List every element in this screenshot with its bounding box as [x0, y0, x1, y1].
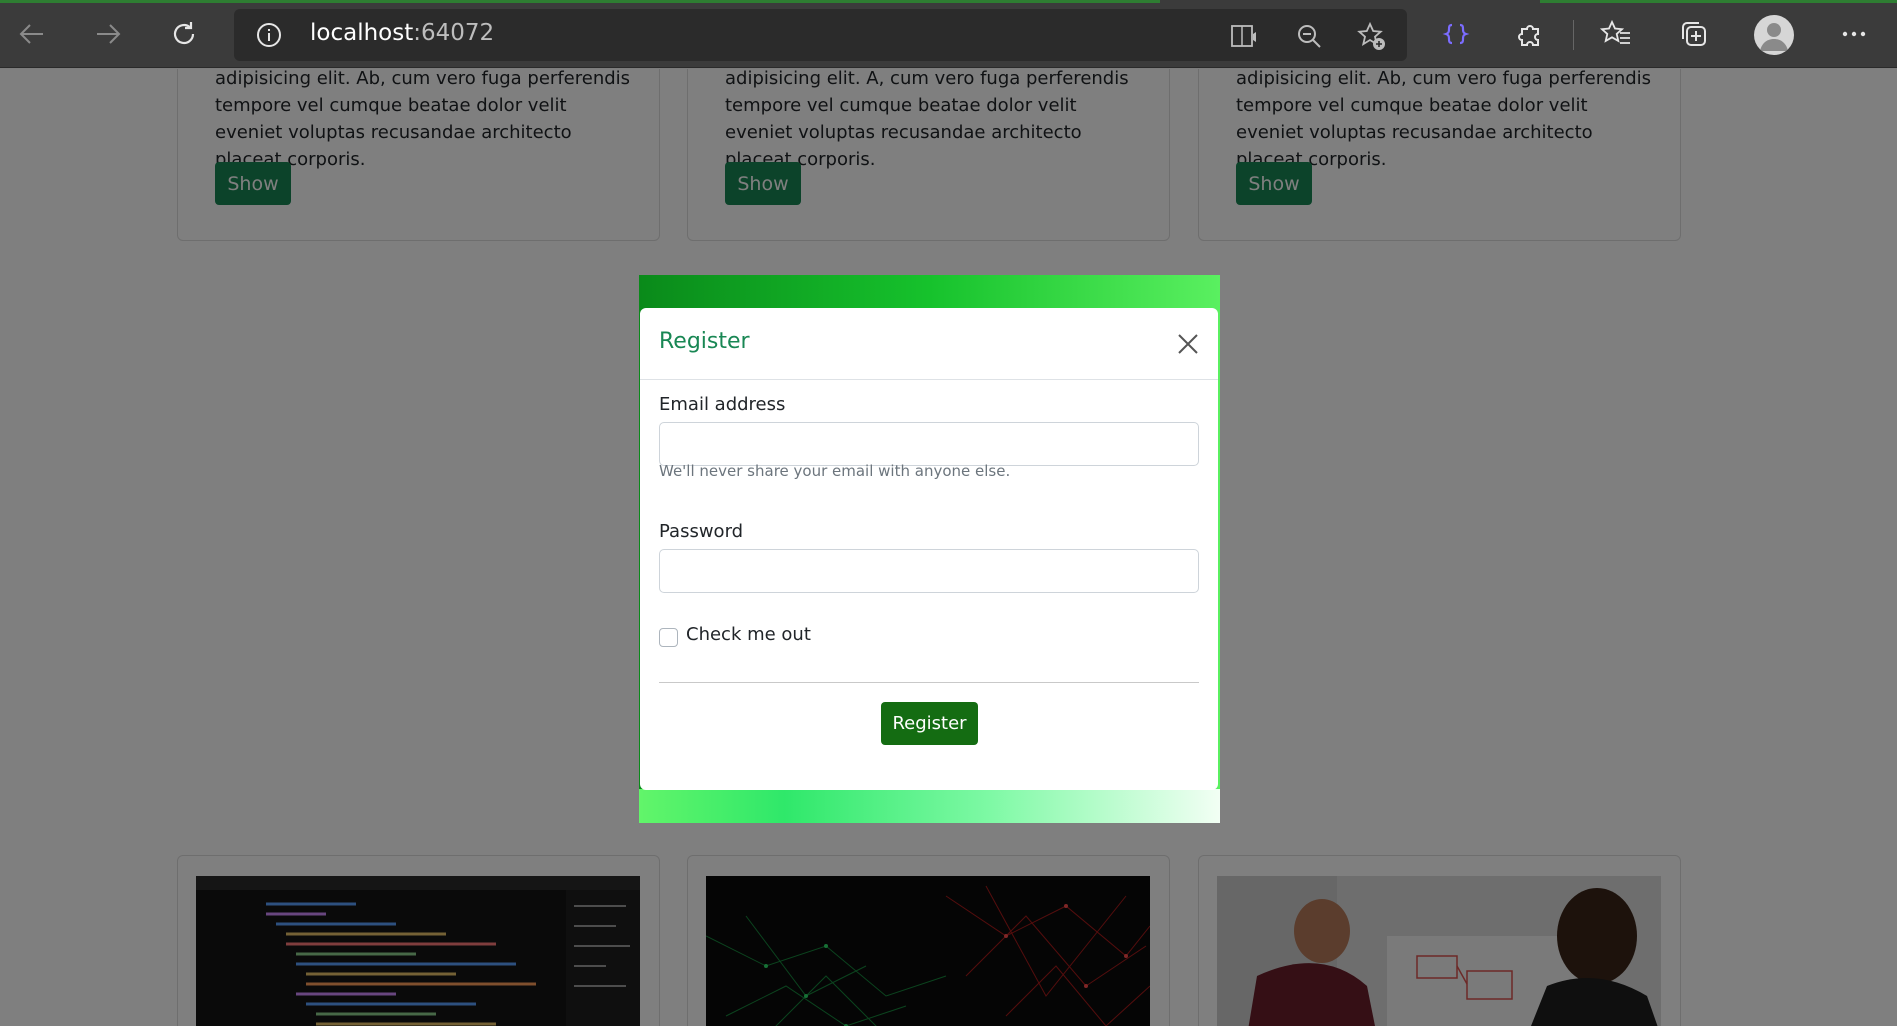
modal-header: Register: [640, 308, 1218, 380]
read-aloud-icon[interactable]: [1230, 21, 1260, 51]
collections-icon[interactable]: [1676, 16, 1712, 52]
register-button[interactable]: Register: [881, 702, 978, 745]
email-label: Email address: [659, 394, 786, 415]
more-options-icon[interactable]: [1836, 16, 1872, 52]
url-host: localhost: [310, 20, 414, 46]
close-icon[interactable]: [1176, 332, 1200, 356]
profile-avatar[interactable]: [1754, 15, 1794, 55]
address-bar[interactable]: localhost:64072: [234, 9, 1407, 61]
register-modal-frame: Register Email address We'll never share…: [639, 275, 1220, 823]
modal-title: Register: [659, 329, 750, 354]
register-modal: Register Email address We'll never share…: [640, 308, 1218, 790]
check-me-out-checkbox[interactable]: [659, 628, 678, 647]
browser-toolbar: localhost:64072: [0, 0, 1897, 68]
loading-progress-bar: [0, 0, 1160, 3]
toolbar-separator: [1573, 20, 1574, 50]
url-port: :64072: [413, 20, 495, 46]
check-me-out-label[interactable]: Check me out: [686, 624, 811, 645]
url-text[interactable]: localhost:64072: [310, 20, 494, 46]
password-field[interactable]: [659, 549, 1199, 593]
devtools-extension-icon[interactable]: [1438, 16, 1474, 52]
loading-progress-bar-tail: [1540, 0, 1897, 3]
site-info-icon[interactable]: [256, 22, 282, 48]
email-field[interactable]: [659, 422, 1199, 466]
password-label: Password: [659, 521, 744, 542]
zoom-out-icon[interactable]: [1294, 21, 1324, 51]
favorites-icon[interactable]: [1598, 16, 1634, 52]
extensions-puzzle-icon[interactable]: [1513, 16, 1549, 52]
modal-bottom-gradient: [639, 789, 1220, 823]
refresh-icon[interactable]: [164, 14, 204, 54]
form-divider: [659, 682, 1199, 683]
add-favorite-icon[interactable]: [1356, 21, 1386, 51]
back-arrow-icon[interactable]: [12, 14, 52, 54]
forward-arrow-icon[interactable]: [88, 14, 128, 54]
email-help-text: We'll never share your email with anyone…: [659, 462, 1011, 480]
